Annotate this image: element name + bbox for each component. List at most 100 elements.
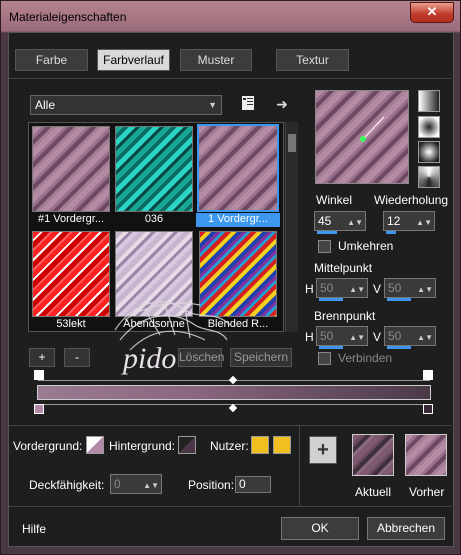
opacity-stop-left[interactable] bbox=[34, 370, 44, 380]
center-label: Mittelpunkt bbox=[314, 261, 373, 275]
add-color-button[interactable]: + bbox=[309, 436, 337, 464]
center-v-spinbox[interactable]: 50 ▲▼ bbox=[384, 278, 436, 301]
focus-v-label: V bbox=[373, 330, 382, 344]
user-swatch-2[interactable] bbox=[273, 436, 291, 454]
spin-arrow-icon: ▲▼ bbox=[417, 285, 433, 294]
close-button[interactable]: ✕ bbox=[410, 2, 454, 23]
spin-arrow-icon: ▲▼ bbox=[347, 218, 363, 227]
watermark-text: pido bbox=[123, 342, 177, 375]
tab-muster[interactable]: Muster bbox=[180, 49, 252, 71]
repeat-spinbox[interactable]: 12 ▲▼ bbox=[383, 211, 435, 234]
angle-spinbox[interactable]: 45 ▲▼ bbox=[314, 211, 366, 234]
center-h-label: H bbox=[305, 282, 314, 296]
sunburst-gradient-style-button[interactable] bbox=[418, 166, 440, 188]
focus-h-value: 50 bbox=[320, 329, 334, 343]
gradient-label-1: #1 Vordergr... bbox=[37, 213, 105, 225]
focus-label: Brennpunkt bbox=[314, 309, 376, 323]
gradient-thumb-3[interactable] bbox=[197, 124, 279, 212]
previous-label: Vorher bbox=[409, 485, 445, 499]
center-v-label: V bbox=[373, 282, 382, 296]
gallery-scrollbar[interactable] bbox=[285, 122, 298, 332]
cancel-button[interactable]: Abbrechen bbox=[367, 517, 445, 540]
spin-arrow-icon: ▲▼ bbox=[143, 481, 159, 490]
gradient-label-4: 53lekt bbox=[56, 318, 86, 330]
angle-label: Winkel bbox=[316, 193, 353, 207]
opacity-value: 0 bbox=[114, 477, 121, 491]
filter-dropdown[interactable]: Alle ▼ bbox=[30, 95, 222, 115]
remove-gradient-button[interactable]: - bbox=[64, 348, 90, 367]
rectangular-gradient-style-button[interactable] bbox=[418, 116, 440, 138]
gradient-preview[interactable] bbox=[315, 90, 409, 184]
color-stop-left[interactable] bbox=[34, 404, 44, 414]
gradient-thumb-4[interactable] bbox=[32, 231, 110, 317]
tab-farbverlauf[interactable]: Farbverlauf bbox=[97, 49, 170, 71]
tab-textur[interactable]: Textur bbox=[276, 49, 349, 71]
background-label: Hintergrund: bbox=[109, 439, 176, 453]
arrow-right-icon[interactable]: ➜ bbox=[272, 94, 292, 114]
position-field[interactable]: 0 bbox=[235, 476, 271, 493]
invert-label: Umkehren bbox=[338, 239, 394, 253]
user-swatch-1[interactable] bbox=[251, 436, 269, 454]
focus-h-slider[interactable] bbox=[319, 346, 343, 349]
save-button[interactable]: Speichern bbox=[230, 348, 292, 367]
filter-value: Alle bbox=[35, 98, 56, 112]
close-icon: ✕ bbox=[426, 4, 438, 19]
background-swatch[interactable] bbox=[178, 436, 196, 454]
angle-value: 45 bbox=[318, 214, 332, 228]
center-h-value: 50 bbox=[320, 281, 334, 295]
foreground-label: Vordergrund: bbox=[13, 439, 83, 453]
spin-arrow-icon: ▲▼ bbox=[417, 333, 433, 342]
focus-h-spinbox[interactable]: 50 ▲▼ bbox=[316, 326, 368, 349]
position-value: 0 bbox=[239, 477, 246, 491]
previous-gradient-swatch[interactable] bbox=[405, 434, 447, 476]
position-label: Position: bbox=[188, 478, 235, 492]
opacity-spinbox[interactable]: 0 ▲▼ bbox=[110, 474, 162, 494]
link-checkbox[interactable] bbox=[318, 352, 331, 365]
add-gradient-button[interactable]: + bbox=[29, 348, 55, 367]
help-link[interactable]: Hilfe bbox=[22, 522, 46, 536]
repeat-label: Wiederholung bbox=[374, 193, 449, 207]
spin-arrow-icon: ▲▼ bbox=[416, 218, 432, 227]
focus-v-spinbox[interactable]: 50 ▲▼ bbox=[384, 326, 436, 349]
focus-v-slider[interactable] bbox=[387, 346, 411, 349]
scrollbar-thumb[interactable] bbox=[288, 134, 296, 152]
spin-arrow-icon: ▲▼ bbox=[349, 285, 365, 294]
ok-button[interactable]: OK bbox=[281, 517, 359, 540]
tab-farbe[interactable]: Farbe bbox=[15, 49, 88, 71]
gradient-thumb-1[interactable] bbox=[32, 126, 110, 212]
repeat-slider[interactable] bbox=[386, 231, 396, 234]
window-title: Materialeigenschaften bbox=[9, 10, 127, 24]
section-divider bbox=[9, 425, 451, 426]
footer-divider bbox=[9, 506, 451, 507]
radial-gradient-style-button[interactable] bbox=[418, 141, 440, 163]
gradient-bar[interactable] bbox=[37, 385, 431, 400]
delete-button[interactable]: Löschen bbox=[178, 348, 224, 367]
spin-arrow-icon: ▲▼ bbox=[349, 333, 365, 342]
linear-gradient-style-button[interactable] bbox=[418, 90, 440, 112]
link-label: Verbinden bbox=[338, 351, 393, 365]
center-h-slider[interactable] bbox=[319, 298, 343, 301]
center-h-spinbox[interactable]: 50 ▲▼ bbox=[316, 278, 368, 301]
chevron-down-icon: ▼ bbox=[208, 100, 217, 110]
center-v-value: 50 bbox=[388, 281, 402, 295]
color-stop-right[interactable] bbox=[423, 404, 433, 414]
gradient-editor-icon[interactable] bbox=[238, 95, 258, 115]
foreground-swatch[interactable] bbox=[86, 436, 104, 454]
invert-checkbox[interactable] bbox=[318, 240, 331, 253]
vertical-divider bbox=[299, 426, 300, 506]
angle-slider[interactable] bbox=[317, 231, 337, 234]
opacity-stop-right[interactable] bbox=[423, 370, 433, 380]
opacity-label: Deckfähigkeit: bbox=[29, 478, 105, 492]
center-v-slider[interactable] bbox=[387, 298, 411, 301]
tab-divider bbox=[9, 78, 451, 79]
focus-h-label: H bbox=[305, 330, 314, 344]
focus-v-value: 50 bbox=[388, 329, 402, 343]
repeat-value: 12 bbox=[387, 214, 401, 228]
title-bar: Materialeigenschaften ✕ bbox=[1, 1, 460, 31]
user-label: Nutzer: bbox=[210, 439, 249, 453]
plus-icon: + bbox=[317, 439, 329, 461]
gradient-thumb-2[interactable] bbox=[115, 126, 193, 212]
gradient-label-2: 036 bbox=[144, 213, 164, 225]
current-gradient-swatch[interactable] bbox=[352, 434, 394, 476]
gradient-label-3: 1 Vordergr... bbox=[196, 213, 280, 227]
